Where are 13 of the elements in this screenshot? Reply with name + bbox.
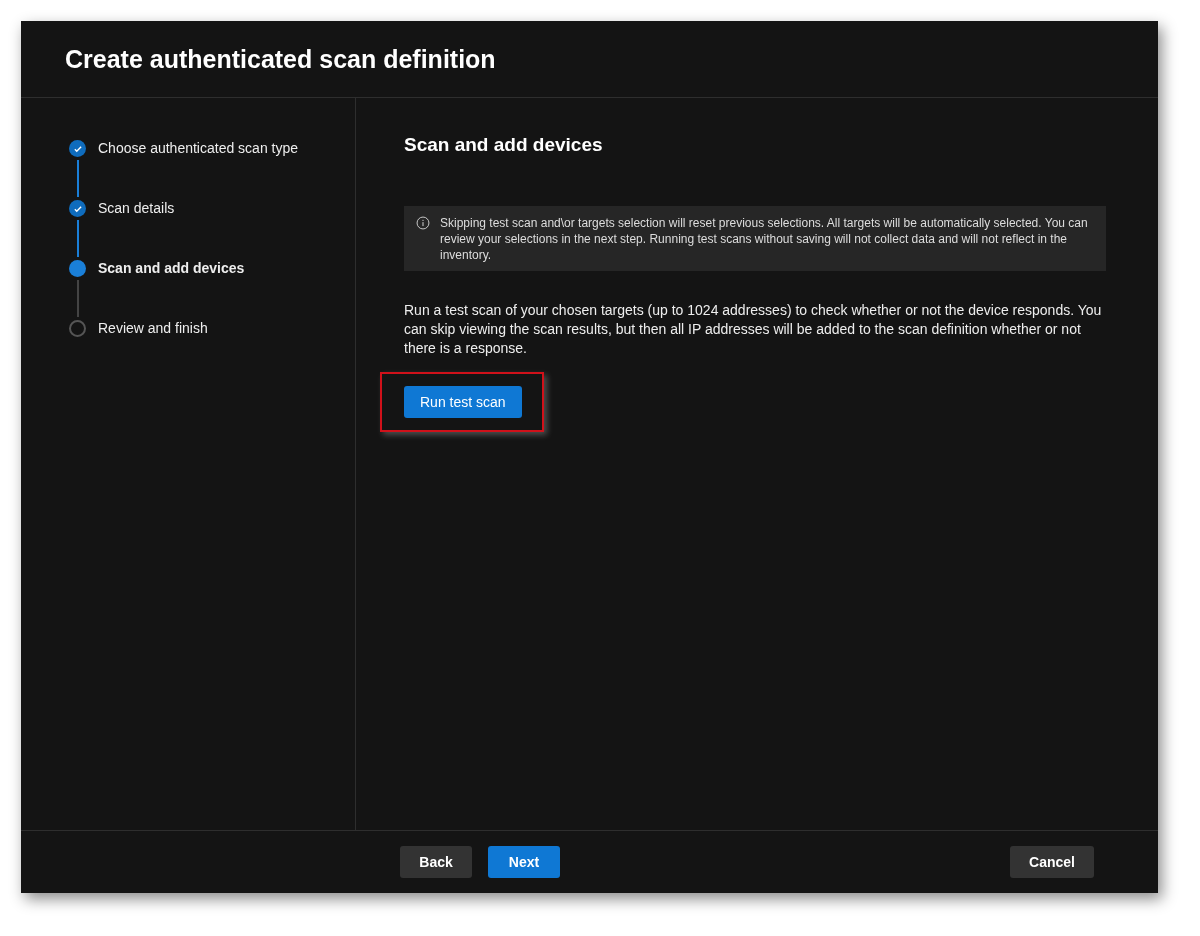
step-label[interactable]: Choose authenticated scan type [98, 140, 299, 200]
cancel-button[interactable]: Cancel [1010, 846, 1094, 878]
section-heading: Scan and add devices [404, 134, 604, 156]
next-button[interactable]: Next [488, 846, 560, 878]
info-text: Skipping test scan and\or targets selection will reset previous selections. All targets will be automatically selected. You can review your selections in the next step. Running test scans without saving will not collect data and will not reflect in the inventory. [440, 215, 1089, 263]
description-text: Run a test scan of your chosen targets (up to 1024 addresses) to check whether or not the device responds. You can skip viewing the scan results, but then all IP addresses will be added to the scan definition whether or not there is a response. [404, 301, 1103, 358]
step-label[interactable]: Scan and add devices [98, 260, 245, 320]
info-icon [416, 216, 430, 230]
step-label[interactable]: Review and finish [98, 320, 208, 380]
step-label[interactable]: Scan details [98, 200, 175, 260]
back-button[interactable]: Back [400, 846, 472, 878]
run-test-scan-button[interactable]: Run test scan [404, 386, 522, 418]
dialog-title: Create authenticated scan definition [65, 44, 496, 74]
